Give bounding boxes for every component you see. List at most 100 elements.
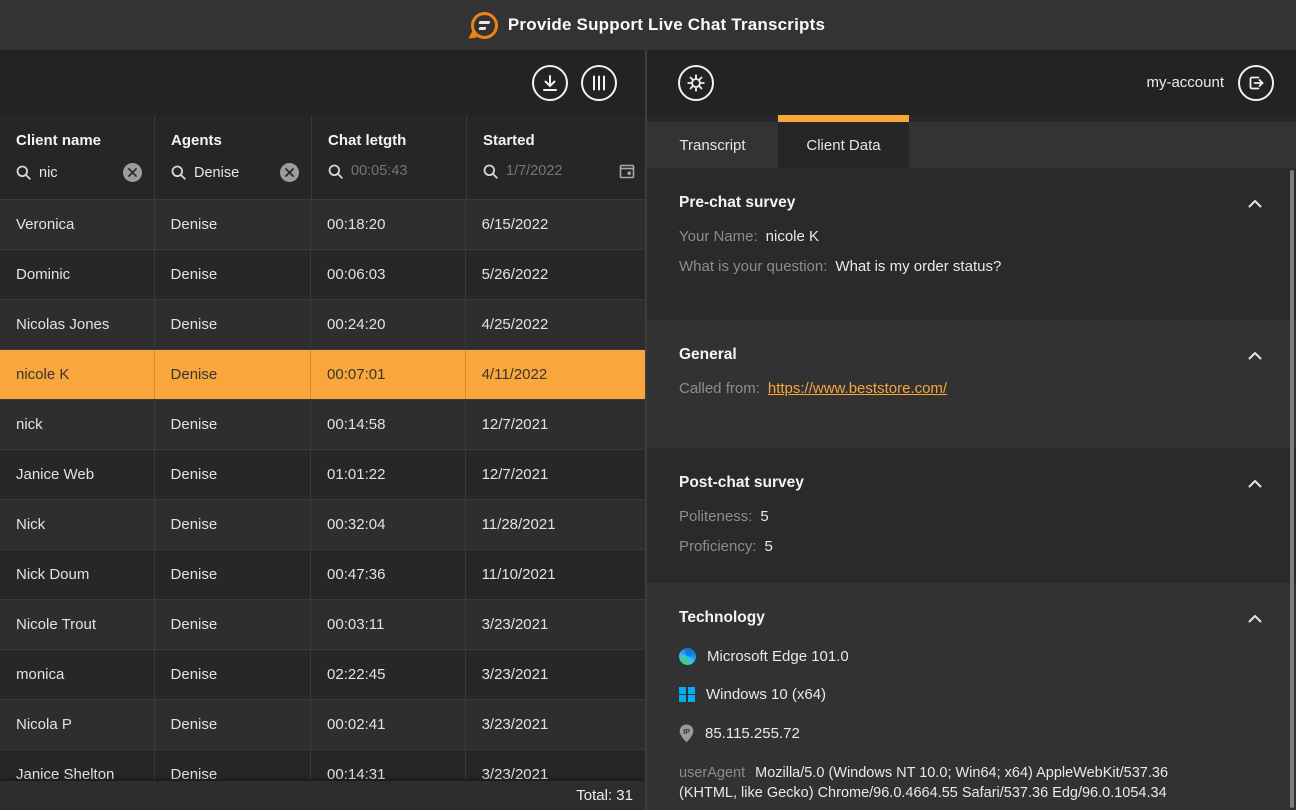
cell-agent: Denise: [155, 400, 312, 449]
table-row[interactable]: Janice Web Denise 01:01:22 12/7/2021: [0, 450, 645, 500]
field-label: What is your question:: [679, 258, 827, 275]
chat-length-filter-input[interactable]: [351, 163, 454, 179]
field-label: Your Name:: [679, 228, 758, 245]
field-os: Windows 10 (x64): [679, 686, 1264, 703]
collapse-section-button[interactable]: [1246, 612, 1264, 625]
field-user-agent: userAgentMozilla/5.0 (Windows NT 10.0; W…: [679, 764, 1224, 803]
settings-button[interactable]: [678, 65, 714, 101]
tab-transcript[interactable]: Transcript: [647, 122, 778, 168]
cell-client: Nicolas Jones: [0, 300, 155, 349]
column-label: Agents: [171, 132, 299, 149]
edge-browser-icon: [679, 648, 696, 665]
cell-started: 3/23/2021: [466, 700, 645, 749]
detail-panel: my-account Transcript Client Data Pre-ch…: [647, 50, 1296, 810]
cell-started: 6/15/2022: [466, 200, 645, 249]
table-row[interactable]: Dominic Denise 00:06:03 5/26/2022: [0, 250, 645, 300]
tab-label: Client Data: [806, 137, 880, 154]
close-icon: [128, 168, 137, 177]
list-toolbar: [0, 50, 645, 115]
table-row[interactable]: nick Denise 00:14:58 12/7/2021: [0, 400, 645, 450]
cell-length: 00:18:20: [311, 200, 466, 249]
column-started: Started: [467, 115, 647, 199]
section-pre-chat-survey: Pre-chat survey Your Name: nicole K What …: [647, 168, 1296, 320]
total-count: Total: 31: [576, 787, 633, 804]
column-label: Client name: [16, 132, 142, 149]
cell-started: 3/23/2021: [466, 650, 645, 699]
detail-toolbar: my-account: [647, 50, 1296, 115]
field-value: 5: [765, 538, 773, 555]
field-label: Politeness:: [679, 508, 752, 525]
windows-icon: [679, 687, 695, 703]
table-row[interactable]: monica Denise 02:22:45 3/23/2021: [0, 650, 645, 700]
table-row[interactable]: Nicole Trout Denise 00:03:11 3/23/2021: [0, 600, 645, 650]
provide-support-logo-icon: [471, 12, 498, 39]
cell-client: Nick: [0, 500, 155, 549]
client-name-filter-input[interactable]: [39, 165, 115, 181]
collapse-section-button[interactable]: [1246, 349, 1264, 362]
section-general: General Called from:https://www.beststor…: [647, 320, 1296, 448]
field-called-from: Called from: https://www.beststore.com/: [679, 380, 1264, 397]
svg-text:IP: IP: [683, 729, 690, 736]
gear-icon: [686, 73, 706, 93]
cell-started: 11/10/2021: [466, 550, 645, 599]
calendar-icon[interactable]: [619, 163, 635, 179]
cell-client: Nicola P: [0, 700, 155, 749]
cell-length: 00:07:01: [311, 350, 466, 399]
section-title: Pre-chat survey: [679, 194, 795, 212]
field-label: Called from:: [679, 380, 760, 397]
table-row[interactable]: Veronica Denise 00:18:20 6/15/2022: [0, 200, 645, 250]
cell-agent: Denise: [155, 500, 312, 549]
cell-length: 02:22:45: [311, 650, 466, 699]
chevron-up-icon: [1248, 199, 1262, 208]
started-filter-input[interactable]: [506, 163, 611, 179]
logout-button[interactable]: [1238, 65, 1274, 101]
field-ip: IP 85.115.255.72: [679, 724, 1264, 743]
field-browser: Microsoft Edge 101.0: [679, 648, 1264, 665]
app-title: Provide Support Live Chat Transcripts: [508, 15, 825, 35]
agents-filter-input[interactable]: [194, 165, 272, 181]
download-button[interactable]: [532, 65, 568, 101]
clear-filter-button[interactable]: [280, 163, 299, 182]
tab-client-data[interactable]: Client Data: [778, 122, 909, 168]
called-from-link[interactable]: https://www.beststore.com/: [768, 380, 947, 397]
table-row-selected[interactable]: nicole K Denise 00:07:01 4/11/2022: [0, 350, 645, 400]
field-question: What is your question:What is my order s…: [679, 258, 1264, 275]
clear-filter-button[interactable]: [123, 163, 142, 182]
search-icon: [483, 164, 498, 179]
table-footer: Total: 31: [0, 781, 645, 810]
search-icon: [328, 164, 343, 179]
cell-agent: Denise: [155, 250, 312, 299]
cell-started: 4/11/2022: [466, 350, 645, 399]
column-chat-length: Chat letgth: [312, 115, 467, 199]
table-row[interactable]: Nick Denise 00:32:04 11/28/2021: [0, 500, 645, 550]
cell-client: monica: [0, 650, 155, 699]
column-agents: Agents: [155, 115, 312, 199]
cell-agent: Denise: [155, 600, 312, 649]
field-value: Microsoft Edge 101.0: [707, 648, 849, 665]
cell-client: Nicole Trout: [0, 600, 155, 649]
column-label: Chat letgth: [328, 132, 454, 149]
field-value: Mozilla/5.0 (Windows NT 10.0; Win64; x64…: [679, 765, 1168, 801]
scrollbar[interactable]: [1290, 170, 1294, 808]
cell-length: 00:02:41: [311, 700, 466, 749]
ip-pin-icon: IP: [679, 724, 694, 743]
collapse-section-button[interactable]: [1246, 197, 1264, 210]
cell-length: 01:01:22: [311, 450, 466, 499]
field-proficiency: Proficiency:5: [679, 538, 1264, 555]
table-row[interactable]: Nicola P Denise 00:02:41 3/23/2021: [0, 700, 645, 750]
field-value: nicole K: [766, 228, 819, 245]
close-icon: [285, 168, 294, 177]
cell-agent: Denise: [155, 700, 312, 749]
search-icon: [171, 165, 186, 180]
collapse-section-button[interactable]: [1246, 477, 1264, 490]
cell-agent: Denise: [155, 450, 312, 499]
cell-started: 11/28/2021: [466, 500, 645, 549]
cell-agent: Denise: [155, 650, 312, 699]
cell-agent: Denise: [155, 200, 312, 249]
table-row[interactable]: Nicolas Jones Denise 00:24:20 4/25/2022: [0, 300, 645, 350]
section-post-chat-survey: Post-chat survey Politeness:5 Proficienc…: [647, 448, 1296, 583]
cell-length: 00:32:04: [311, 500, 466, 549]
table-header: Client name Agents: [0, 115, 645, 200]
columns-filter-button[interactable]: [581, 65, 617, 101]
table-row[interactable]: Nick Doum Denise 00:47:36 11/10/2021: [0, 550, 645, 600]
